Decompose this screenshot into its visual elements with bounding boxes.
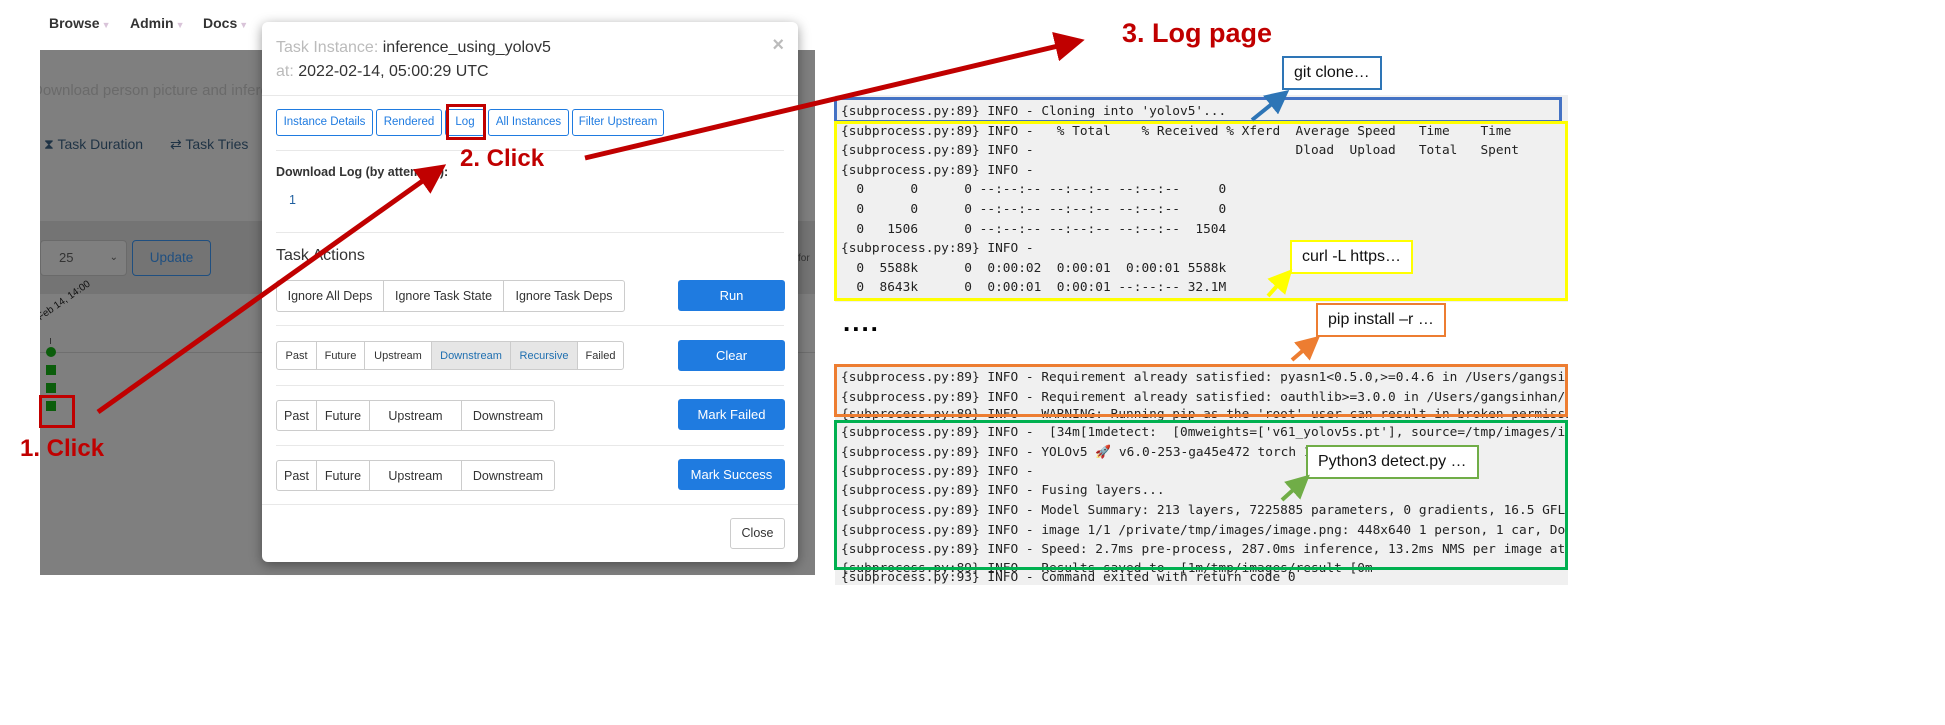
- arrow-step1-to-step2: [96, 164, 447, 415]
- annotation-arrows: [96, 32, 1321, 502]
- arrow-pip: [1290, 335, 1321, 362]
- arrow-python: [1280, 474, 1310, 502]
- arrow-step2-to-step3: [584, 32, 1085, 161]
- arrow-curl: [1266, 269, 1293, 298]
- arrow-git: [1250, 89, 1290, 122]
